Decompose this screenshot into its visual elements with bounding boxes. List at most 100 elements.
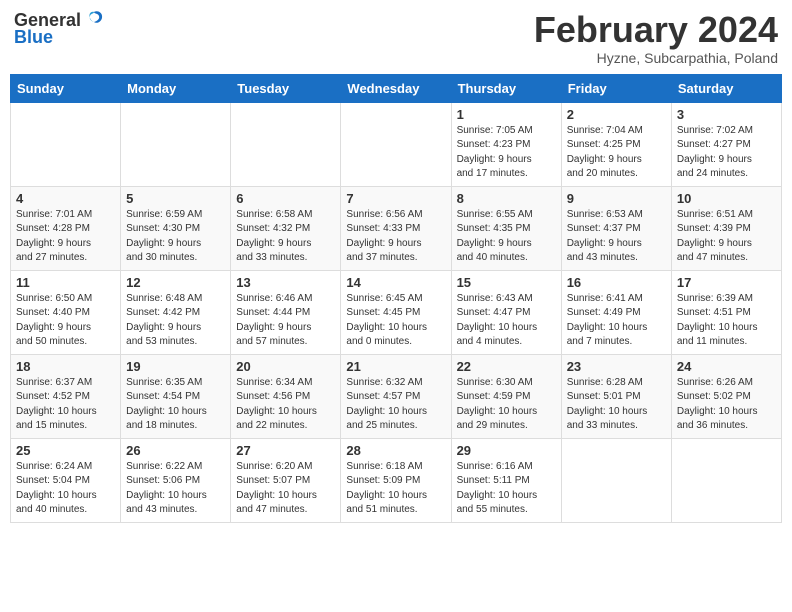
day-info: Sunrise: 6:35 AM Sunset: 4:54 PM Dayligh…	[126, 376, 225, 434]
day-number: 10	[677, 191, 776, 206]
calendar-day-header: Friday	[561, 74, 671, 102]
calendar-cell: 7 Sunrise: 6:56 AM Sunset: 4:33 PM Daylig…	[341, 186, 451, 270]
day-number: 6	[236, 191, 335, 206]
calendar-day-header: Sunday	[11, 74, 121, 102]
calendar-cell: 29Sunrise: 6:16 AM Sunset: 5:11 PM Dayli…	[451, 438, 561, 522]
day-number: 24	[677, 359, 776, 374]
calendar-cell: 13 Sunrise: 6:46 AM Sunset: 4:44 PM Dayli…	[231, 270, 341, 354]
calendar-cell: 14 Sunrise: 6:45 AM Sunset: 4:45 PM Dayli…	[341, 270, 451, 354]
calendar-cell: 5 Sunrise: 6:59 AM Sunset: 4:30 PM Daylig…	[121, 186, 231, 270]
day-number: 5	[126, 191, 225, 206]
day-info: Sunrise: 6:45 AM Sunset: 4:45 PM Dayligh…	[346, 292, 445, 350]
calendar-cell	[671, 438, 781, 522]
day-info: Sunrise: 6:39 AM Sunset: 4:51 PM Dayligh…	[677, 292, 776, 350]
day-info: Sunrise: 6:18 AM Sunset: 5:09 PM Dayligh…	[346, 460, 445, 518]
day-info: Sunrise: 6:53 AM Sunset: 4:37 PM Dayligh…	[567, 208, 666, 266]
day-info: Sunrise: 6:20 AM Sunset: 5:07 PM Dayligh…	[236, 460, 335, 518]
calendar-header-row: SundayMondayTuesdayWednesdayThursdayFrid…	[11, 74, 782, 102]
day-number: 3	[677, 107, 776, 122]
calendar-cell	[121, 102, 231, 186]
calendar-cell: 17 Sunrise: 6:39 AM Sunset: 4:51 PM Dayli…	[671, 270, 781, 354]
day-info: Sunrise: 6:32 AM Sunset: 4:57 PM Dayligh…	[346, 376, 445, 434]
calendar-week-row: 18Sunrise: 6:37 AM Sunset: 4:52 PM Dayli…	[11, 354, 782, 438]
day-number: 16	[567, 275, 666, 290]
day-number: 14	[346, 275, 445, 290]
day-info: Sunrise: 6:48 AM Sunset: 4:42 PM Dayligh…	[126, 292, 225, 350]
day-number: 23	[567, 359, 666, 374]
calendar-cell: 24 Sunrise: 6:26 AM Sunset: 5:02 PM Dayli…	[671, 354, 781, 438]
day-number: 18	[16, 359, 115, 374]
logo: General Blue	[14, 10, 105, 46]
day-info: Sunrise: 7:01 AM Sunset: 4:28 PM Dayligh…	[16, 208, 115, 266]
day-info: Sunrise: 6:30 AM Sunset: 4:59 PM Dayligh…	[457, 376, 556, 434]
calendar-cell	[561, 438, 671, 522]
calendar-cell: 28 Sunrise: 6:18 AM Sunset: 5:09 PM Dayli…	[341, 438, 451, 522]
page-header: General Blue February 2024 Hyzne, Subcar…	[10, 10, 782, 66]
calendar-day-header: Wednesday	[341, 74, 451, 102]
month-title: February 2024	[534, 10, 778, 50]
calendar-week-row: 11 Sunrise: 6:50 AM Sunset: 4:40 PM Dayli…	[11, 270, 782, 354]
calendar-cell: 10 Sunrise: 6:51 AM Sunset: 4:39 PM Dayli…	[671, 186, 781, 270]
calendar-cell: 20 Sunrise: 6:34 AM Sunset: 4:56 PM Dayli…	[231, 354, 341, 438]
calendar-cell: 26 Sunrise: 6:22 AM Sunset: 5:06 PM Dayli…	[121, 438, 231, 522]
calendar-cell: 27 Sunrise: 6:20 AM Sunset: 5:07 PM Dayli…	[231, 438, 341, 522]
day-number: 13	[236, 275, 335, 290]
calendar-cell: 19 Sunrise: 6:35 AM Sunset: 4:54 PM Dayli…	[121, 354, 231, 438]
calendar-cell: 16 Sunrise: 6:41 AM Sunset: 4:49 PM Dayli…	[561, 270, 671, 354]
calendar-cell: 2Sunrise: 7:04 AM Sunset: 4:25 PM Daylig…	[561, 102, 671, 186]
calendar-cell	[341, 102, 451, 186]
calendar-week-row: 25Sunrise: 6:24 AM Sunset: 5:04 PM Dayli…	[11, 438, 782, 522]
day-number: 25	[16, 443, 115, 458]
day-number: 26	[126, 443, 225, 458]
day-info: Sunrise: 7:02 AM Sunset: 4:27 PM Dayligh…	[677, 124, 776, 182]
day-number: 7	[346, 191, 445, 206]
calendar-week-row: 1 Sunrise: 7:05 AM Sunset: 4:23 PM Daylig…	[11, 102, 782, 186]
day-info: Sunrise: 6:55 AM Sunset: 4:35 PM Dayligh…	[457, 208, 556, 266]
calendar-cell	[11, 102, 121, 186]
day-number: 22	[457, 359, 556, 374]
day-number: 12	[126, 275, 225, 290]
logo-bird-icon	[83, 8, 105, 30]
day-number: 27	[236, 443, 335, 458]
calendar-cell: 6 Sunrise: 6:58 AM Sunset: 4:32 PM Daylig…	[231, 186, 341, 270]
day-info: Sunrise: 6:28 AM Sunset: 5:01 PM Dayligh…	[567, 376, 666, 434]
day-info: Sunrise: 6:50 AM Sunset: 4:40 PM Dayligh…	[16, 292, 115, 350]
day-info: Sunrise: 6:34 AM Sunset: 4:56 PM Dayligh…	[236, 376, 335, 434]
calendar-cell: 15Sunrise: 6:43 AM Sunset: 4:47 PM Dayli…	[451, 270, 561, 354]
calendar-cell: 21 Sunrise: 6:32 AM Sunset: 4:57 PM Dayli…	[341, 354, 451, 438]
day-number: 28	[346, 443, 445, 458]
day-info: Sunrise: 6:16 AM Sunset: 5:11 PM Dayligh…	[457, 460, 556, 518]
calendar-cell: 22 Sunrise: 6:30 AM Sunset: 4:59 PM Dayli…	[451, 354, 561, 438]
day-number: 9	[567, 191, 666, 206]
calendar-day-header: Thursday	[451, 74, 561, 102]
day-number: 19	[126, 359, 225, 374]
calendar-cell: 3 Sunrise: 7:02 AM Sunset: 4:27 PM Daylig…	[671, 102, 781, 186]
calendar-cell: 11 Sunrise: 6:50 AM Sunset: 4:40 PM Dayli…	[11, 270, 121, 354]
day-info: Sunrise: 6:59 AM Sunset: 4:30 PM Dayligh…	[126, 208, 225, 266]
day-info: Sunrise: 6:46 AM Sunset: 4:44 PM Dayligh…	[236, 292, 335, 350]
calendar-day-header: Saturday	[671, 74, 781, 102]
calendar-cell: 9 Sunrise: 6:53 AM Sunset: 4:37 PM Daylig…	[561, 186, 671, 270]
day-number: 21	[346, 359, 445, 374]
day-info: Sunrise: 6:26 AM Sunset: 5:02 PM Dayligh…	[677, 376, 776, 434]
day-info: Sunrise: 6:58 AM Sunset: 4:32 PM Dayligh…	[236, 208, 335, 266]
day-number: 2	[567, 107, 666, 122]
calendar-day-header: Tuesday	[231, 74, 341, 102]
day-info: Sunrise: 7:05 AM Sunset: 4:23 PM Dayligh…	[457, 124, 556, 182]
calendar-cell: 8Sunrise: 6:55 AM Sunset: 4:35 PM Daylig…	[451, 186, 561, 270]
day-number: 20	[236, 359, 335, 374]
day-info: Sunrise: 6:22 AM Sunset: 5:06 PM Dayligh…	[126, 460, 225, 518]
day-info: Sunrise: 6:43 AM Sunset: 4:47 PM Dayligh…	[457, 292, 556, 350]
location: Hyzne, Subcarpathia, Poland	[534, 50, 778, 66]
calendar-cell: 12 Sunrise: 6:48 AM Sunset: 4:42 PM Dayli…	[121, 270, 231, 354]
calendar-cell: 1 Sunrise: 7:05 AM Sunset: 4:23 PM Daylig…	[451, 102, 561, 186]
day-info: Sunrise: 6:41 AM Sunset: 4:49 PM Dayligh…	[567, 292, 666, 350]
title-block: February 2024 Hyzne, Subcarpathia, Polan…	[534, 10, 778, 66]
day-info: Sunrise: 6:56 AM Sunset: 4:33 PM Dayligh…	[346, 208, 445, 266]
calendar-cell: 18Sunrise: 6:37 AM Sunset: 4:52 PM Dayli…	[11, 354, 121, 438]
day-number: 17	[677, 275, 776, 290]
day-info: Sunrise: 6:51 AM Sunset: 4:39 PM Dayligh…	[677, 208, 776, 266]
day-number: 11	[16, 275, 115, 290]
calendar-cell	[231, 102, 341, 186]
day-number: 1	[457, 107, 556, 122]
